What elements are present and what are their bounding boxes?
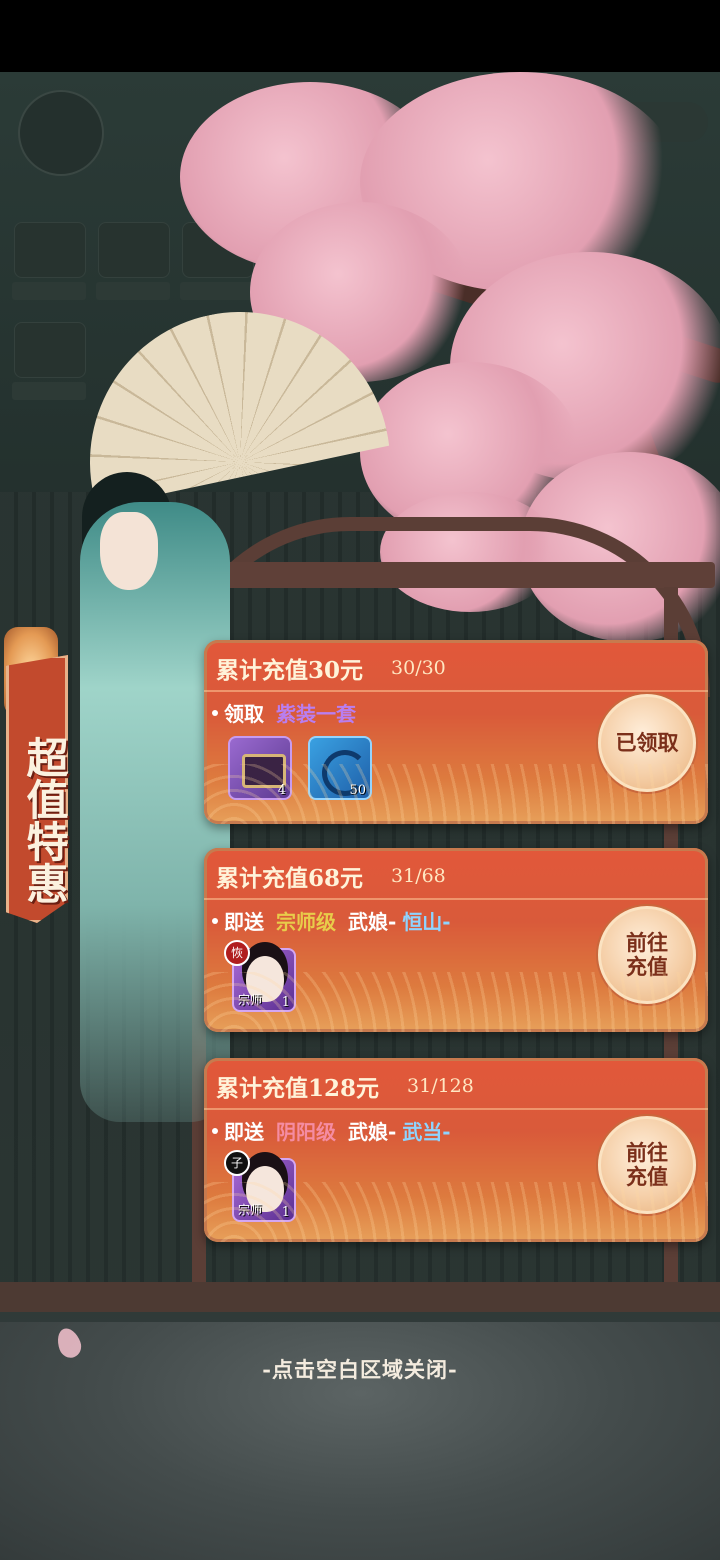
- card-divider: [204, 690, 708, 692]
- bullet-icon: [212, 917, 218, 924]
- reward-card-68: 累计充值68元 31/68 即送 宗师级 武娘- 恒山- 恢 宗师 1 前往 充值: [204, 848, 708, 1032]
- hero-portrait-icon: [246, 1166, 284, 1212]
- hero-badge: 子: [224, 1150, 250, 1176]
- hero-name: 恒山-: [402, 910, 451, 934]
- player-avatar: [18, 90, 104, 176]
- card-divider: [204, 1108, 708, 1110]
- bg-menu-label: [12, 282, 86, 300]
- orb-icon: [322, 750, 368, 796]
- status-bar: [0, 0, 720, 72]
- bg-menu-label: [96, 282, 170, 300]
- reward-item-orb[interactable]: 50: [308, 736, 372, 800]
- promo-banner-title: 超值特惠: [20, 736, 69, 904]
- hero-rank-tag: 宗师: [238, 993, 263, 1007]
- button-label: 前往 充值: [626, 1140, 668, 1189]
- item-count: 1: [281, 1205, 290, 1220]
- reward-card-30: 累计充值30元 30/30 领取 紫装一套 4 50 已领取: [204, 640, 708, 824]
- card-header: 累计充值68元 31/68: [216, 856, 708, 896]
- reward-description: 即送 宗师级 武娘- 恒山-: [212, 906, 451, 935]
- bg-menu-icon: [14, 322, 86, 378]
- bg-menu-label: [180, 282, 254, 300]
- reward-prefix: 即送: [224, 910, 264, 934]
- reward-item-chest[interactable]: 4: [228, 736, 292, 800]
- card-divider: [204, 898, 708, 900]
- go-recharge-button[interactable]: 前往 充值: [598, 906, 696, 1004]
- item-count: 4: [277, 783, 286, 798]
- reward-item-hero[interactable]: 子 宗师 1: [224, 1150, 296, 1222]
- card-title: 累计充值30元: [216, 657, 364, 684]
- fence-rail: [0, 1282, 720, 1312]
- hero-grade: 宗师级: [276, 910, 336, 934]
- hero-grade: 阴阳级: [276, 1120, 336, 1144]
- item-count: 1: [281, 995, 290, 1010]
- card-title: 累计充值128元: [216, 1075, 380, 1102]
- card-progress: 30/30: [391, 657, 446, 679]
- reward-description: 领取 紫装一套: [212, 698, 356, 727]
- hero-name: 武当-: [402, 1120, 451, 1144]
- hero-rank-tag: 宗师: [238, 1203, 263, 1217]
- reward-description: 即送 阴阳级 武娘- 武当-: [212, 1116, 451, 1145]
- button-label: 前往 充值: [626, 930, 668, 979]
- bullet-icon: [212, 709, 218, 716]
- hero-portrait-icon: [246, 956, 284, 1002]
- chest-icon: [242, 754, 286, 788]
- reward-item-hero[interactable]: 恢 宗师 1: [224, 940, 296, 1012]
- claimed-button[interactable]: 已领取: [598, 694, 696, 792]
- reward-name: 紫装一套: [276, 702, 356, 726]
- bg-menu-icon: [98, 222, 170, 278]
- bg-menu-label: [12, 382, 86, 400]
- arch-beam: [160, 562, 715, 588]
- card-header: 累计充值30元 30/30: [216, 648, 708, 688]
- go-recharge-button[interactable]: 前往 充值: [598, 1116, 696, 1214]
- hero-type: 武娘-: [348, 1120, 397, 1144]
- hero-type: 武娘-: [348, 910, 397, 934]
- reward-prefix: 即送: [224, 1120, 264, 1144]
- card-title: 累计充值68元: [216, 865, 364, 892]
- card-progress: 31/128: [407, 1075, 474, 1097]
- character-face: [100, 512, 158, 590]
- item-count: 50: [349, 783, 366, 798]
- reward-card-128: 累计充值128元 31/128 即送 阴阳级 武娘- 武当- 子 宗师 1 前往…: [204, 1058, 708, 1242]
- hero-badge: 恢: [224, 940, 250, 966]
- reward-prefix: 领取: [224, 702, 264, 726]
- bullet-icon: [212, 1127, 218, 1134]
- card-progress: 31/68: [391, 865, 446, 887]
- card-header: 累计充值128元 31/128: [216, 1066, 708, 1106]
- bg-menu-icon: [14, 222, 86, 278]
- close-hint[interactable]: -点击空白区域关闭-: [0, 1354, 720, 1384]
